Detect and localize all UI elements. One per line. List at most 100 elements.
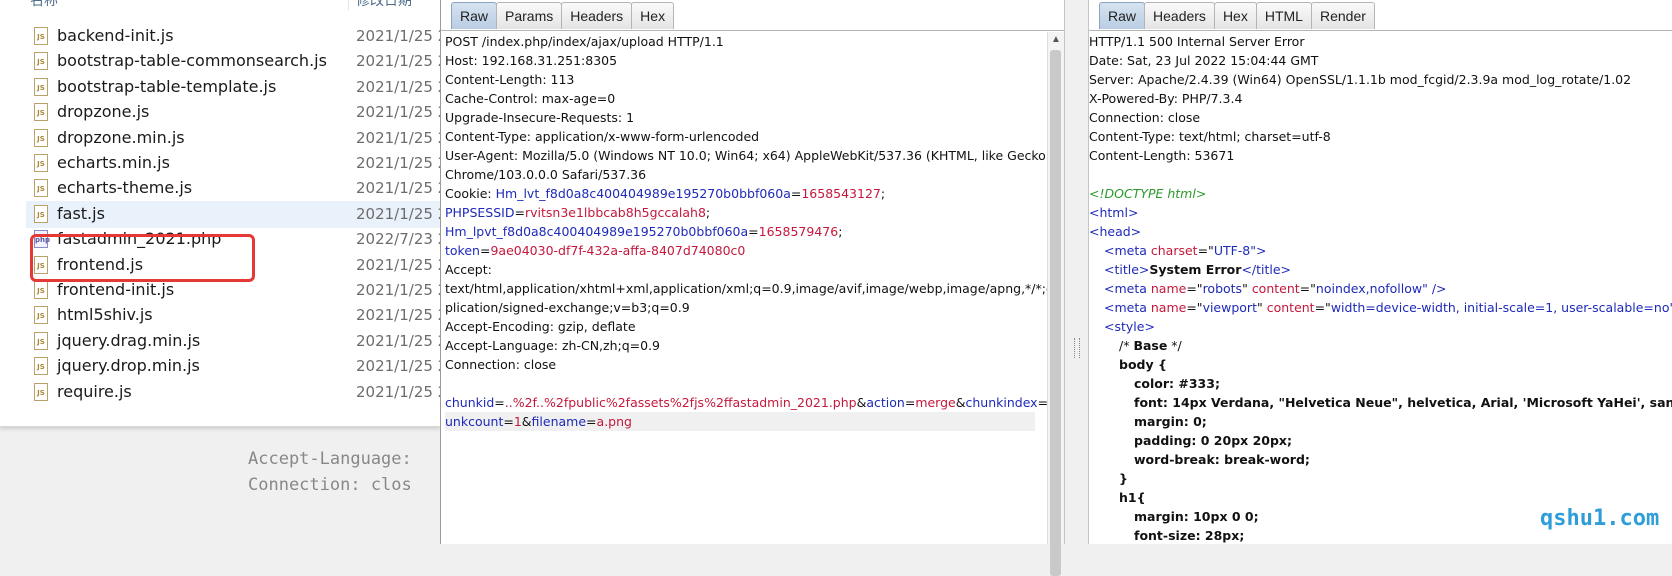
code-token: 9ae04030-df7f-432a-affa-8407d74080c0	[490, 243, 746, 258]
response-tab-render[interactable]: Render	[1310, 2, 1375, 29]
file-date: 2021/1/25 2	[356, 382, 440, 401]
code-token: Hm_lpvt_f8d0a8c400404989e195270b0bbf060a	[445, 224, 749, 239]
file-name: bootstrap-table-commonsearch.js	[57, 51, 327, 71]
file-row[interactable]: JS echarts.min.js 2021/1/25 2	[26, 150, 440, 177]
file-name: html5shiv.js	[57, 305, 153, 325]
code-token: word-break: break-word;	[1134, 452, 1310, 467]
code-token: color: #333;	[1134, 376, 1220, 391]
file-name: backend-init.js	[57, 26, 174, 45]
request-tab-raw[interactable]: Raw	[451, 2, 498, 29]
response-tab-html[interactable]: HTML	[1255, 2, 1312, 29]
code-token: viewport	[1202, 300, 1257, 315]
panel-splitter[interactable]	[1064, 0, 1089, 544]
request-line: Content-Length: 113	[445, 70, 1035, 89]
scrollbar-thumb[interactable]	[1050, 50, 1061, 576]
column-divider[interactable]	[348, 0, 349, 10]
response-tab-raw[interactable]: Raw	[1099, 2, 1146, 29]
file-row[interactable]: JS echarts-theme.js 2021/1/25 2	[26, 175, 440, 202]
response-viewer[interactable]: HTTP/1.1 500 Internal Server Error Date: …	[1089, 32, 1672, 545]
js-file-icon: JS	[34, 306, 48, 325]
code-token: ..%2f..%2fpublic%2fassets%2fjs%2ffastadm…	[504, 395, 857, 410]
request-tab-headers[interactable]: Headers	[561, 2, 633, 29]
file-row[interactable]: JS bootstrap-table-template.js 2021/1/25 2	[26, 74, 440, 101]
file-date: 2021/1/25 2	[356, 331, 440, 350]
code-token: X-Powered-By: PHP/7.3.4	[1089, 91, 1243, 106]
code-token: content	[1266, 300, 1315, 315]
code-token: robots	[1202, 281, 1243, 296]
js-file-icon: JS	[34, 128, 48, 147]
file-row[interactable]: JS jquery.drag.min.js 2021/1/25 2	[26, 328, 440, 355]
file-row[interactable]: JS backend-init.js 2021/1/25 2	[26, 23, 440, 50]
response-line: <style>	[1089, 317, 1672, 336]
request-line: Content-Type: application/x-www-form-url…	[445, 127, 1035, 146]
request-scrollbar[interactable]: ▲	[1047, 32, 1064, 576]
file-row[interactable]: JS jquery.drop.min.js 2021/1/25 2	[26, 353, 440, 380]
file-date: 2022/7/23 2	[356, 230, 440, 249]
column-date-header[interactable]: 修改日期	[356, 0, 412, 10]
file-explorer: 名称 修改日期 JS backend-init.js 2021/1/25 2 JS bo…	[0, 0, 440, 427]
js-file-icon: JS	[34, 27, 48, 45]
request-line: Accept:	[445, 260, 1035, 279]
file-row[interactable]: JS fast.js 2021/1/25 2	[26, 200, 440, 228]
code-token: unkcount	[445, 414, 504, 429]
js-file-icon: JS	[34, 103, 48, 122]
response-tab-headers[interactable]: Headers	[1144, 2, 1215, 29]
request-line: Cache-Control: max-age=0	[445, 89, 1035, 108]
code-token: Accept-Language: zh-CN,zh;q=0.9	[445, 338, 661, 353]
file-row[interactable]: JS require.js 2021/1/25 2	[26, 379, 440, 406]
code-token: filename	[531, 414, 587, 429]
code-token: Accept:	[445, 262, 492, 277]
code-token: Date: Sat, 23 Jul 2022 15:04:44 GMT	[1089, 53, 1319, 68]
file-name: fast.js	[57, 203, 105, 223]
code-token: padding: 0 20px 20px;	[1134, 433, 1292, 448]
column-name-header[interactable]: 名称	[30, 0, 58, 10]
code-token: <style>	[1104, 319, 1155, 334]
file-name: bootstrap-table-template.js	[57, 76, 277, 96]
code-token: font-size: 28px;	[1134, 528, 1245, 543]
code-token: =	[479, 243, 491, 258]
request-tab-hex[interactable]: Hex	[631, 2, 675, 29]
file-row[interactable]: JS dropzone.js 2021/1/25 2	[26, 99, 440, 126]
code-token: <head>	[1089, 224, 1142, 239]
splitter-grip-icon[interactable]	[1074, 338, 1080, 358]
file-name: dropzone.min.js	[57, 127, 185, 147]
request-line: plication/signed-exchange;v=b3;q=0.9	[445, 298, 1035, 317]
file-date: 2021/1/25 2	[356, 179, 440, 198]
code-token: margin: 10px 0 0;	[1134, 509, 1259, 524]
response-line: padding: 0 20px 20px;	[1089, 431, 1672, 450]
response-line: margin: 0;	[1089, 412, 1672, 431]
response-line: Content-Length: 53671	[1089, 146, 1672, 165]
file-row[interactable]: JS bootstrap-table-commonsearch.js 2021/1/…	[26, 48, 440, 75]
request-tab-params[interactable]: Params	[496, 2, 563, 29]
tab-divider	[1089, 30, 1672, 31]
code-token: 1658579476	[758, 224, 839, 239]
response-line: <head>	[1089, 222, 1672, 241]
code-token: token	[445, 243, 480, 258]
code-token: =	[514, 205, 525, 220]
code-token: Content-Length: 53671	[1089, 148, 1235, 163]
file-row[interactable]: JS html5shiv.js 2021/1/25 2	[26, 302, 440, 329]
code-token: Upgrade-Insecure-Requests: 1	[445, 110, 635, 125]
response-tab-hex[interactable]: Hex	[1213, 2, 1257, 29]
code-token: a.png	[596, 414, 632, 429]
request-line: POST /index.php/index/ajax/upload HTTP/1…	[445, 32, 1035, 51]
file-row[interactable]: JS dropzone.min.js 2021/1/25 2	[26, 125, 440, 152]
scroll-up-icon[interactable]: ▲	[1051, 34, 1061, 45]
code-token: name	[1150, 300, 1187, 315]
response-line: Content-Type: text/html; charset=utf-8	[1089, 127, 1672, 146]
js-file-icon: JS	[34, 281, 48, 299]
request-line: Hm_lpvt_f8d0a8c400404989e195270b0bbf060a…	[445, 222, 1035, 241]
file-date: 2021/1/25 2	[356, 154, 440, 172]
code-token: "	[1256, 300, 1267, 315]
response-line: }	[1089, 469, 1672, 488]
code-token: =	[503, 414, 514, 429]
file-name: echarts-theme.js	[57, 178, 193, 198]
code-token: Chrome/103.0.0.0 Safari/537.36	[445, 167, 647, 182]
file-name: jquery.drag.min.js	[57, 330, 201, 350]
code-token: <html>	[1089, 205, 1139, 220]
code-token: /*	[1119, 338, 1134, 353]
file-name: dropzone.js	[57, 102, 150, 122]
watermark: qshu1.com	[1540, 506, 1660, 531]
request-editor[interactable]: POST /index.php/index/ajax/upload HTTP/1…	[445, 32, 1104, 431]
code-token: User-Agent: Mozilla/5.0 (Windows NT 10.0…	[445, 148, 1051, 163]
